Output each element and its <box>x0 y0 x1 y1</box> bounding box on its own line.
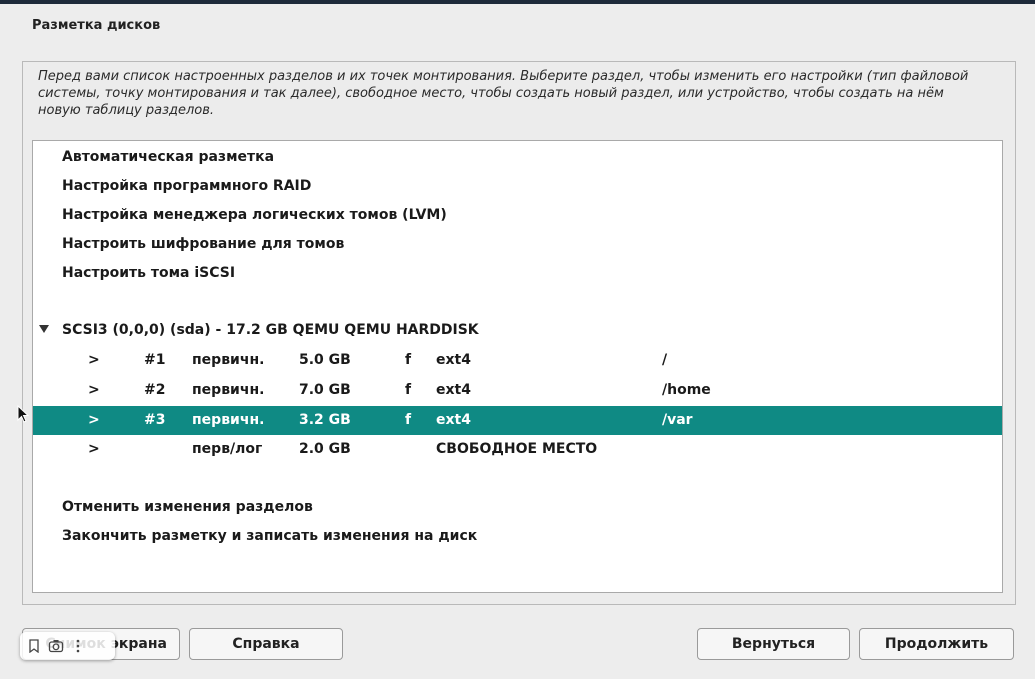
partition-type: первичн. <box>192 352 265 368</box>
list-item-label: Настройка менеджера логических томов (LV… <box>62 207 447 223</box>
partition-list[interactable]: Автоматическая разметка Настройка програ… <box>32 140 1003 593</box>
list-item-label: Закончить разметку и записать изменения … <box>62 528 478 544</box>
free-space-label: СВОБОДНОЕ МЕСТО <box>436 441 598 457</box>
list-item-label: Настройка программного RAID <box>62 178 312 194</box>
partition-type: перв/лог <box>192 441 263 457</box>
back-button[interactable]: Вернуться <box>697 628 850 660</box>
description-text: Перед вами список настроенных разделов и… <box>38 69 969 118</box>
partition-mountpoint: / <box>662 352 668 368</box>
partition-type: первичн. <box>192 412 265 428</box>
partition-mountpoint: /home <box>662 382 711 398</box>
more-vertical-icon[interactable] <box>70 638 86 654</box>
continue-button[interactable]: Продолжить <box>859 628 1014 660</box>
mouse-pointer-icon <box>17 405 29 423</box>
list-item-lvm[interactable]: Настройка менеджера логических томов (LV… <box>33 201 1002 230</box>
list-item-iscsi[interactable]: Настроить тома iSCSI <box>33 259 1002 288</box>
partition-arrow: > <box>88 441 100 457</box>
partition-number: #2 <box>144 382 166 398</box>
help-button[interactable]: Справка <box>189 628 343 660</box>
list-item-software-raid[interactable]: Настройка программного RAID <box>33 172 1002 201</box>
partition-size: 7.0 GB <box>299 382 351 398</box>
partition-arrow: > <box>88 412 100 428</box>
partition-filesystem: ext4 <box>436 412 471 428</box>
expand-triangle-icon[interactable] <box>39 325 49 333</box>
bookmark-icon[interactable] <box>26 638 42 654</box>
list-item-label: Автоматическая разметка <box>62 149 275 165</box>
partition-format-flag: f <box>405 352 412 368</box>
partition-filesystem: ext4 <box>436 352 471 368</box>
partition-row-2[interactable]: > #2 первичн. 7.0 GB f ext4 /home <box>33 376 1002 405</box>
partition-number: #3 <box>144 412 166 428</box>
free-space-row[interactable]: > перв/лог 2.0 GB СВОБОДНОЕ МЕСТО <box>33 435 1002 464</box>
help-button-label: Справка <box>232 636 300 652</box>
list-item-label: Отменить изменения разделов <box>62 499 313 515</box>
continue-button-label: Продолжить <box>884 636 989 652</box>
disk-row-sda[interactable]: SCSI3 (0,0,0) (sda) - 17.2 GB QEMU QEMU … <box>33 316 1002 345</box>
partition-format-flag: f <box>405 382 412 398</box>
page-title: Разметка дисков <box>32 18 161 33</box>
partition-mountpoint: /var <box>662 412 693 428</box>
partition-size: 5.0 GB <box>299 352 351 368</box>
list-item-auto-partition[interactable]: Автоматическая разметка <box>33 143 1002 172</box>
partition-size: 2.0 GB <box>299 441 351 457</box>
partition-row-3-selected[interactable]: > #3 первичн. 3.2 GB f ext4 /var <box>33 406 1002 435</box>
list-item-undo-changes[interactable]: Отменить изменения разделов <box>33 493 1002 522</box>
list-item-encryption[interactable]: Настроить шифрование для томов <box>33 230 1002 259</box>
partition-row-1[interactable]: > #1 первичн. 5.0 GB f ext4 / <box>33 346 1002 375</box>
disk-label: SCSI3 (0,0,0) (sda) - 17.2 GB QEMU QEMU … <box>62 322 479 338</box>
list-item-finish-partitioning[interactable]: Закончить разметку и записать изменения … <box>33 522 1002 551</box>
camera-icon[interactable] <box>48 638 64 654</box>
list-item-label: Настроить шифрование для томов <box>62 236 345 252</box>
partition-number: #1 <box>144 352 166 368</box>
partition-format-flag: f <box>405 412 412 428</box>
partition-arrow: > <box>88 382 100 398</box>
floating-toolbar <box>20 632 115 660</box>
list-item-label: Настроить тома iSCSI <box>62 265 236 281</box>
partition-arrow: > <box>88 352 100 368</box>
partition-size: 3.2 GB <box>299 412 351 428</box>
back-button-label: Вернуться <box>731 636 816 652</box>
partition-filesystem: ext4 <box>436 382 471 398</box>
partition-type: первичн. <box>192 382 265 398</box>
